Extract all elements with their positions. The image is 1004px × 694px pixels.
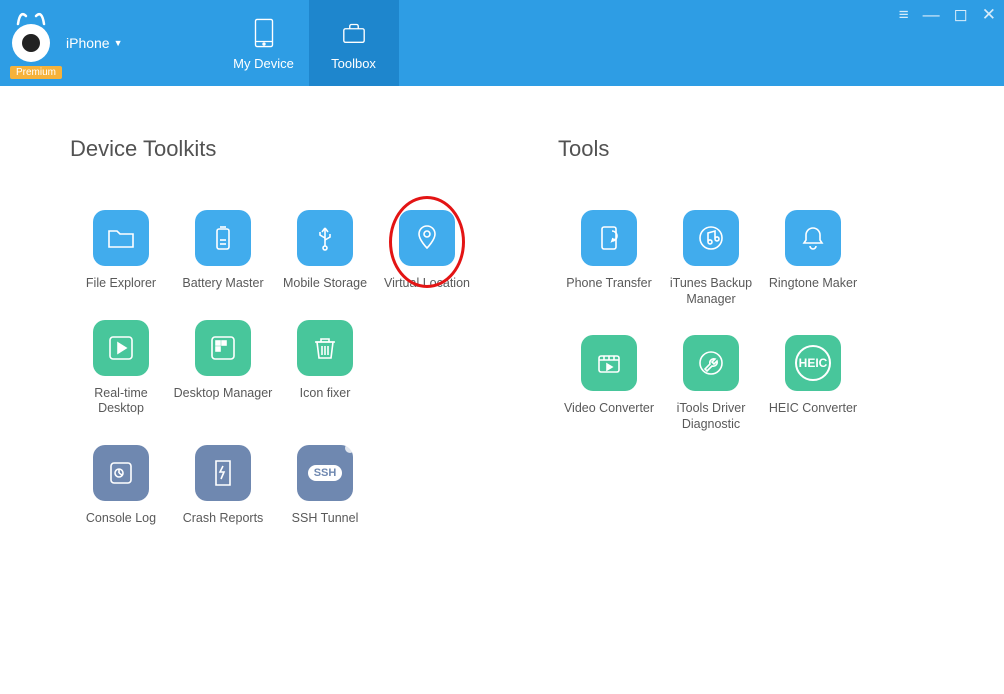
tile-icon-fixer[interactable]: Icon fixer bbox=[274, 320, 376, 417]
device-selector[interactable]: iPhone ▼ bbox=[66, 35, 123, 51]
nav-tabs: My Device Toolbox bbox=[219, 0, 399, 86]
content-area: Device Toolkits File Explorer Battery Ma… bbox=[0, 86, 1004, 527]
music-note-icon bbox=[683, 210, 739, 266]
device-toolkits-grid: File Explorer Battery Master Mobile Stor… bbox=[70, 210, 478, 527]
tile-label: Real-time Desktop bbox=[71, 386, 171, 417]
apps-grid-icon bbox=[195, 320, 251, 376]
tile-itunes-backup[interactable]: iTunes Backup Manager bbox=[660, 210, 762, 307]
tile-label: HEIC Converter bbox=[769, 401, 857, 417]
device-label: iPhone bbox=[66, 35, 110, 51]
tile-label: File Explorer bbox=[86, 276, 156, 292]
minimize-icon[interactable]: — bbox=[923, 6, 940, 23]
maximize-icon[interactable]: ◻ bbox=[954, 6, 968, 23]
tile-label: iTools Driver Diagnostic bbox=[661, 401, 761, 432]
tab-label: Toolbox bbox=[331, 56, 376, 71]
tab-label: My Device bbox=[233, 56, 294, 71]
tile-label: Icon fixer bbox=[300, 386, 351, 402]
tile-label: Console Log bbox=[86, 511, 156, 527]
tile-label: Phone Transfer bbox=[566, 276, 651, 292]
wrench-icon bbox=[683, 335, 739, 391]
ssh-icon: SSH bbox=[297, 445, 353, 501]
tab-toolbox[interactable]: Toolbox bbox=[309, 0, 399, 86]
tile-video-converter[interactable]: Video Converter bbox=[558, 335, 660, 432]
window-controls: ≡ — ◻ ✕ bbox=[899, 6, 996, 23]
tile-label: Battery Master bbox=[182, 276, 263, 292]
crash-icon bbox=[195, 445, 251, 501]
play-icon bbox=[93, 320, 149, 376]
film-icon bbox=[581, 335, 637, 391]
section-title: Tools bbox=[558, 136, 864, 162]
close-icon[interactable]: ✕ bbox=[982, 6, 996, 23]
phone-transfer-icon bbox=[581, 210, 637, 266]
section-title: Device Toolkits bbox=[70, 136, 478, 162]
tile-battery-master[interactable]: Battery Master bbox=[172, 210, 274, 292]
tile-virtual-location[interactable]: Virtual Location bbox=[376, 210, 478, 292]
tile-console-log[interactable]: Console Log bbox=[70, 445, 172, 527]
location-pin-icon bbox=[399, 210, 455, 266]
tile-realtime-desktop[interactable]: Real-time Desktop bbox=[70, 320, 172, 417]
app-logo: Premium bbox=[8, 20, 54, 66]
section-device-toolkits: Device Toolkits File Explorer Battery Ma… bbox=[70, 136, 478, 527]
tab-my-device[interactable]: My Device bbox=[219, 0, 309, 86]
tile-file-explorer[interactable]: File Explorer bbox=[70, 210, 172, 292]
tile-label: Crash Reports bbox=[183, 511, 264, 527]
tile-label: Mobile Storage bbox=[283, 276, 367, 292]
tile-mobile-storage[interactable]: Mobile Storage bbox=[274, 210, 376, 292]
tile-label: Ringtone Maker bbox=[769, 276, 857, 292]
heic-icon: HEIC bbox=[785, 335, 841, 391]
app-header: Premium iPhone ▼ My Device Toolbox ≡ — ◻ bbox=[0, 0, 1004, 86]
tile-label: Virtual Location bbox=[384, 276, 470, 292]
tile-driver-diagnostic[interactable]: iTools Driver Diagnostic bbox=[660, 335, 762, 432]
tile-label: iTunes Backup Manager bbox=[661, 276, 761, 307]
tile-label: Desktop Manager bbox=[174, 386, 273, 402]
tile-crash-reports[interactable]: Crash Reports bbox=[172, 445, 274, 527]
tile-label: SSH Tunnel bbox=[292, 511, 359, 527]
trash-icon bbox=[297, 320, 353, 376]
logo-area: Premium iPhone ▼ bbox=[0, 0, 123, 86]
premium-badge: Premium bbox=[10, 66, 62, 79]
tile-heic-converter[interactable]: HEIC HEIC Converter bbox=[762, 335, 864, 432]
tile-ringtone-maker[interactable]: Ringtone Maker bbox=[762, 210, 864, 307]
usb-icon bbox=[297, 210, 353, 266]
chevron-down-icon: ▼ bbox=[114, 38, 123, 48]
menu-icon[interactable]: ≡ bbox=[899, 6, 909, 23]
notification-badge bbox=[345, 443, 355, 453]
tile-label: Video Converter bbox=[564, 401, 654, 417]
bell-icon bbox=[785, 210, 841, 266]
tile-ssh-tunnel[interactable]: SSH SSH Tunnel bbox=[274, 445, 376, 527]
folder-icon bbox=[93, 210, 149, 266]
log-icon bbox=[93, 445, 149, 501]
section-tools: Tools Phone Transfer iTunes Backup Manag… bbox=[558, 136, 864, 527]
battery-icon bbox=[195, 210, 251, 266]
tile-phone-transfer[interactable]: Phone Transfer bbox=[558, 210, 660, 307]
tools-grid: Phone Transfer iTunes Backup Manager Rin… bbox=[558, 210, 864, 433]
tile-desktop-manager[interactable]: Desktop Manager bbox=[172, 320, 274, 417]
